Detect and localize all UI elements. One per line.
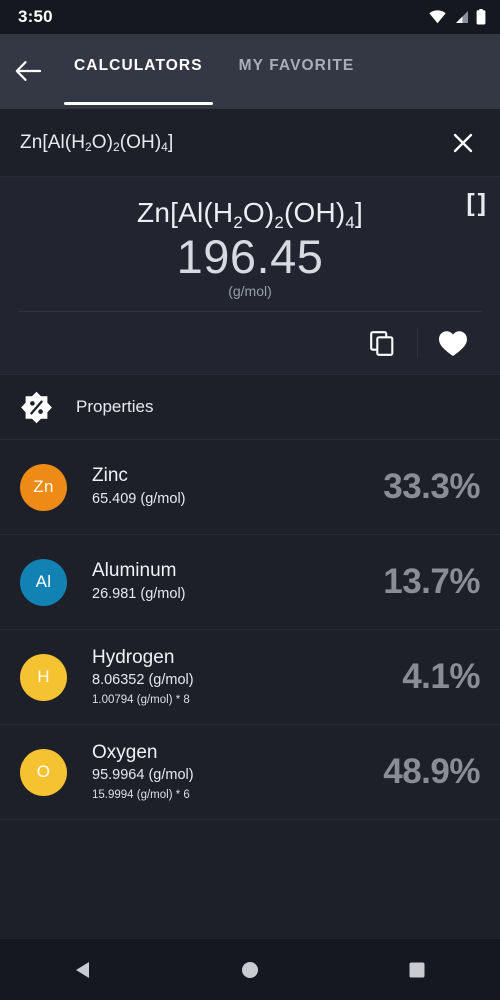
copy-button[interactable] <box>355 316 409 370</box>
element-name: Aluminum <box>92 560 177 582</box>
formula-input-bar: Zn[Al(H2O)2(OH)4] <box>0 109 500 177</box>
android-navigation-bar <box>0 938 500 1000</box>
element-info: Zinc 65.409 (g/mol) <box>92 463 383 510</box>
action-separator <box>417 328 418 358</box>
tab-calculators-label: CALCULATORS <box>74 57 203 74</box>
card-actions <box>0 312 500 374</box>
table-row[interactable]: Al Aluminum 26.981 (g/mol) 13.7% <box>0 535 500 630</box>
result-card: [ ] Zn[Al(H2O)2(OH)4] 196.45 (g/mol) <box>0 177 500 374</box>
table-row[interactable]: O Oxygen 95.9964 (g/mol) 15.9994 (g/mol)… <box>0 725 500 820</box>
element-info: Aluminum 26.981 (g/mol) <box>92 558 383 605</box>
nav-home-button[interactable] <box>210 947 290 993</box>
wifi-icon <box>429 10 446 24</box>
favorite-button[interactable] <box>426 316 480 370</box>
element-name: Hydrogen <box>92 646 175 668</box>
molar-mass-unit: (g/mol) <box>228 282 272 299</box>
copy-icon <box>370 331 394 356</box>
app-screen: 3:50 CALCULATORS MY FAVORITE Zn[Al(H2O)2… <box>0 0 500 1000</box>
tab-my-favorite-label: MY FAVORITE <box>238 57 355 74</box>
element-symbol-badge: O <box>20 748 67 796</box>
cellular-signal-icon <box>456 11 468 23</box>
element-mass: 26.981 (g/mol) <box>92 585 186 602</box>
close-icon <box>453 133 473 152</box>
element-name: Zinc <box>92 465 128 487</box>
element-percent: 13.7% <box>383 562 480 601</box>
square-icon <box>409 962 425 977</box>
tab-calculators[interactable]: CALCULATORS <box>56 48 221 105</box>
element-mass-detail: 15.9994 (g/mol) * 6 <box>92 789 190 802</box>
element-list: Zn Zinc 65.409 (g/mol) 33.3% Al Aluminum… <box>0 440 500 938</box>
nav-back-button[interactable] <box>43 947 123 993</box>
element-mass: 65.409 (g/mol) <box>92 490 186 507</box>
table-row[interactable]: Zn Zinc 65.409 (g/mol) 33.3% <box>0 440 500 535</box>
tab-active-indicator <box>64 101 213 105</box>
element-info: Oxygen 95.9964 (g/mol) 15.9994 (g/mol) *… <box>92 740 383 805</box>
element-percent: 48.9% <box>383 752 480 791</box>
element-name: Oxygen <box>92 741 158 763</box>
element-symbol-badge: Al <box>20 558 67 606</box>
arrow-left-icon <box>15 61 41 81</box>
element-mass: 95.9964 (g/mol) <box>92 767 194 784</box>
status-time: 3:50 <box>18 7 53 26</box>
properties-label: Properties <box>76 397 154 416</box>
app-bar: CALCULATORS MY FAVORITE <box>0 34 500 109</box>
triangle-left-icon <box>76 961 90 978</box>
element-percent: 33.3% <box>383 467 480 506</box>
element-symbol-badge: H <box>20 653 67 701</box>
back-button[interactable] <box>0 48 56 94</box>
element-mass-detail: 1.00794 (g/mol) * 8 <box>92 694 190 707</box>
formula-input[interactable]: Zn[Al(H2O)2(OH)4] <box>20 132 444 155</box>
element-mass: 8.06352 (g/mol) <box>92 672 194 689</box>
tab-my-favorite[interactable]: MY FAVORITE <box>221 48 373 75</box>
heart-filled-icon <box>439 330 467 356</box>
clear-formula-button[interactable] <box>444 124 482 162</box>
status-bar: 3:50 <box>0 0 500 34</box>
element-symbol-badge: Zn <box>20 463 67 511</box>
brackets-icon[interactable]: [ ] <box>466 189 486 218</box>
properties-header: Properties <box>0 374 500 440</box>
result-main: Zn[Al(H2O)2(OH)4] 196.45 (g/mol) <box>0 177 500 311</box>
result-formula: Zn[Al(H2O)2(OH)4] <box>137 197 363 232</box>
status-icons <box>429 9 486 25</box>
element-info: Hydrogen 8.06352 (g/mol) 1.00794 (g/mol)… <box>92 645 402 710</box>
molar-mass-value: 196.45 <box>176 230 324 284</box>
element-percent: 4.1% <box>402 657 480 696</box>
battery-icon <box>476 9 486 25</box>
circle-icon <box>241 961 258 978</box>
table-row[interactable]: H Hydrogen 8.06352 (g/mol) 1.00794 (g/mo… <box>0 630 500 725</box>
tab-bar: CALCULATORS MY FAVORITE <box>56 48 372 109</box>
nav-recents-button[interactable] <box>377 947 457 993</box>
percent-badge-icon <box>21 391 52 423</box>
